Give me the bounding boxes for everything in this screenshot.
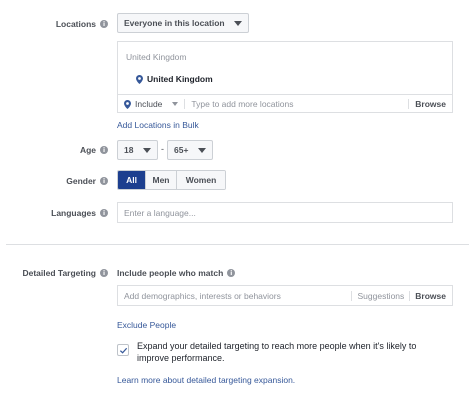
location-search-input[interactable]: Type to add more locations <box>191 99 408 109</box>
audience-dropdown[interactable]: Everyone in this location <box>117 13 249 33</box>
age-separator: - <box>161 144 164 154</box>
exclude-people-link[interactable]: Exclude People <box>117 320 176 330</box>
detailed-targeting-browse-button[interactable]: Browse <box>415 291 446 301</box>
divider <box>409 290 411 301</box>
age-min-dropdown[interactable]: 18 <box>117 140 158 160</box>
section-divider <box>6 244 469 245</box>
locations-box: United Kingdom United Kingdom Include Ty… <box>117 41 453 113</box>
info-icon[interactable]: i <box>100 269 108 277</box>
chevron-down-icon <box>143 147 151 153</box>
info-icon[interactable]: i <box>100 146 108 154</box>
language-input-placeholder: Enter a language... <box>124 207 196 218</box>
gender-option-all[interactable]: All <box>118 171 146 189</box>
locations-browse-button[interactable]: Browse <box>415 99 446 109</box>
detailed-targeting-label: Detailed Targeting i <box>22 268 108 278</box>
expand-text-line-2: improve performance. <box>137 353 225 363</box>
learn-more-link[interactable]: Learn more about detailed targeting expa… <box>117 375 295 385</box>
expand-targeting-text: Expand your detailed targeting to reach … <box>137 340 452 364</box>
gender-selector: All Men Women <box>117 170 226 190</box>
add-locations-bulk-link[interactable]: Add Locations in Bulk <box>117 120 199 130</box>
divider <box>408 99 410 109</box>
info-icon[interactable]: i <box>100 20 108 28</box>
chevron-down-icon <box>234 20 242 26</box>
info-icon[interactable]: i <box>227 269 236 277</box>
gender-option-men[interactable]: Men <box>146 171 177 189</box>
age-max-dropdown[interactable]: 65+ <box>167 140 213 160</box>
chevron-down-icon <box>198 147 206 153</box>
divider <box>351 290 353 301</box>
locations-label: Locations i <box>56 19 108 29</box>
divider <box>184 99 186 109</box>
chevron-down-icon <box>172 102 179 106</box>
age-label: Age i <box>80 145 108 155</box>
info-icon[interactable]: i <box>100 209 108 217</box>
info-icon[interactable]: i <box>100 177 108 185</box>
languages-label: Languages i <box>51 208 108 218</box>
audience-dropdown-label: Everyone in this location <box>124 18 225 28</box>
gender-label: Gender i <box>66 176 108 186</box>
locations-input-row: Include Type to add more locations Brows… <box>118 94 452 113</box>
language-input[interactable]: Enter a language... <box>117 202 453 223</box>
selected-location: United Kingdom <box>136 74 213 84</box>
suggestions-button[interactable]: Suggestions <box>357 291 404 301</box>
location-pin-icon <box>124 99 131 109</box>
locations-header: United Kingdom <box>126 52 187 62</box>
gender-option-women[interactable]: Women <box>177 171 225 189</box>
check-icon <box>119 347 127 354</box>
include-dropdown-label: Include <box>135 99 163 109</box>
include-dropdown[interactable]: Include <box>124 99 179 109</box>
detailed-targeting-input: Add demographics, interests or behaviors… <box>117 285 453 306</box>
expand-text-line-1: Expand your detailed targeting to reach … <box>137 341 417 351</box>
expand-targeting-checkbox[interactable] <box>117 344 129 356</box>
age-min-value: 18 <box>124 145 134 155</box>
location-pin-icon <box>136 74 143 84</box>
age-max-value: 65+ <box>174 145 189 155</box>
detailed-targeting-search-input[interactable]: Add demographics, interests or behaviors <box>124 291 351 301</box>
selected-location-label: United Kingdom <box>147 74 213 84</box>
include-people-heading: Include people who match i <box>117 268 236 278</box>
